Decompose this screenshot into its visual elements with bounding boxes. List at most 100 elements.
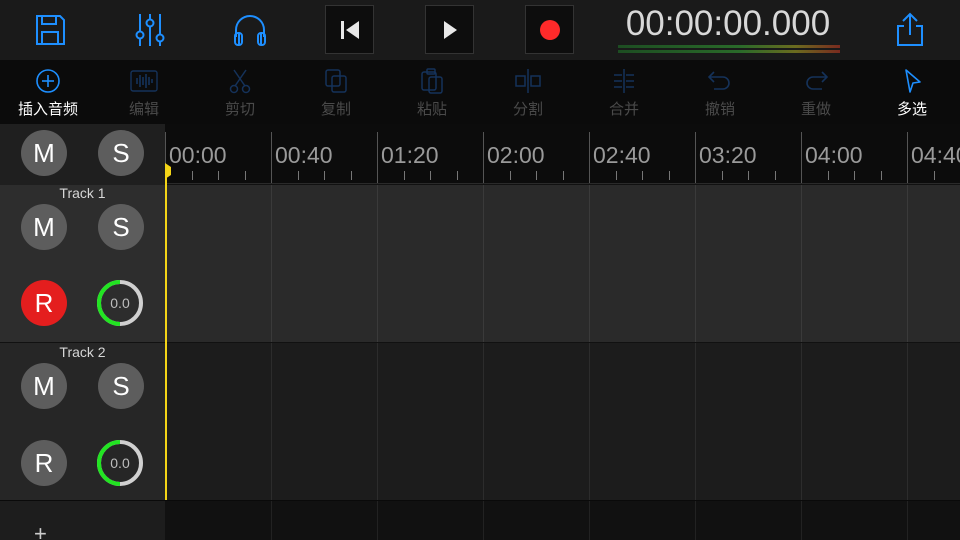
share-icon [897, 12, 923, 46]
play-button[interactable] [425, 5, 474, 54]
ruler-tick [536, 171, 537, 180]
ruler-mark: 01:20 [377, 132, 439, 183]
split-icon [515, 69, 541, 93]
cut-button[interactable]: 剪切 [192, 60, 288, 124]
mixer-button[interactable] [126, 6, 174, 54]
ruler-tick [510, 171, 511, 180]
ruler-tick [298, 171, 299, 180]
redo-icon [806, 71, 829, 90]
headphones-icon [234, 15, 266, 46]
undo-label: 撤销 [704, 100, 735, 118]
timeline-ruler[interactable]: 00:00 00:40 01:20 02:00 02:40 03:20 04:0… [165, 124, 960, 184]
insert-audio-label: 插入音频 [17, 100, 78, 118]
record-icon [539, 19, 560, 40]
ruler-tick [430, 171, 431, 180]
track-1-lane[interactable] [166, 185, 960, 342]
track-1-header[interactable]: Track 1 M S R 0.0 [0, 185, 165, 343]
redo-label: 重做 [800, 100, 831, 118]
track-2-gain-value: 0.0 [110, 455, 130, 471]
monitor-button[interactable] [226, 6, 274, 54]
transport-bar: 00:00:00.000 [0, 0, 960, 60]
pointer-icon [905, 69, 921, 93]
merge-button[interactable]: 合并 [576, 60, 672, 124]
save-icon [36, 15, 65, 45]
multi-select-button[interactable]: 多选 [864, 60, 960, 124]
ruler-tick [748, 171, 749, 180]
playhead[interactable] [165, 165, 167, 500]
empty-lane [166, 501, 960, 540]
track-2-record-arm-button[interactable]: R [21, 440, 67, 486]
record-button[interactable] [525, 5, 574, 54]
level-meter-left [618, 45, 840, 48]
track-1-name: Track 1 [59, 185, 106, 201]
ruler-mark: 04:40 [907, 132, 960, 183]
track-1-mute-button[interactable]: M [21, 204, 67, 250]
ruler-mark: 00:40 [271, 132, 333, 183]
ruler-label: 00:00 [169, 142, 227, 168]
scissors-icon [229, 69, 251, 94]
undo-button[interactable]: 撤销 [672, 60, 768, 124]
ruler-tick [324, 171, 325, 180]
ruler-label: 04:00 [805, 142, 863, 168]
ruler-label: 00:40 [275, 142, 333, 168]
ruler-tick [218, 171, 219, 180]
ruler-tick [642, 171, 643, 180]
ruler-tick [616, 171, 617, 180]
ruler-tick [404, 171, 405, 180]
add-track-icon: + [34, 521, 47, 540]
ruler-label: 01:20 [381, 142, 439, 168]
track-1-gain-knob[interactable]: 0.0 [96, 279, 144, 327]
add-track-button[interactable]: + [0, 501, 165, 540]
edit-button[interactable]: 编辑 [96, 60, 192, 124]
track-2-gain-knob[interactable]: 0.0 [96, 439, 144, 487]
track-2-mute-button[interactable]: M [21, 363, 67, 409]
copy-label: 复制 [320, 100, 351, 118]
ruler-mark: 02:40 [589, 132, 651, 183]
split-label: 分割 [512, 100, 543, 118]
track-divider [0, 500, 960, 501]
track-1-solo-button[interactable]: S [98, 204, 144, 250]
ruler-label: 04:40 [911, 142, 960, 168]
skip-to-start-button[interactable] [325, 5, 374, 54]
ruler-tick [722, 171, 723, 180]
edit-toolbar: 插入音频 编辑 剪切 复制 粘贴 分割 合并 撤销 重做 多选 [0, 60, 960, 124]
split-button[interactable]: 分割 [480, 60, 576, 124]
merge-label: 合并 [608, 100, 639, 118]
ruler-tick [669, 171, 670, 180]
ruler-tick [881, 171, 882, 180]
redo-button[interactable]: 重做 [768, 60, 864, 124]
ruler-tick [775, 171, 776, 180]
track-1-record-arm-button[interactable]: R [21, 280, 67, 326]
copy-icon [325, 69, 347, 93]
multi-select-label: 多选 [896, 100, 927, 118]
copy-button[interactable]: 复制 [288, 60, 384, 124]
track-2-solo-button[interactable]: S [98, 363, 144, 409]
track-2-lane[interactable] [166, 343, 960, 500]
edit-label: 编辑 [128, 100, 159, 118]
cut-label: 剪切 [224, 100, 255, 118]
insert-audio-button[interactable]: 插入音频 [0, 60, 96, 124]
timecode-display: 00:00:00.000 [625, 4, 831, 43]
ruler-tick [192, 171, 193, 180]
paste-button[interactable]: 粘贴 [384, 60, 480, 124]
ruler-label: 02:40 [593, 142, 651, 168]
level-meter-right [618, 50, 840, 53]
ruler-tick [934, 171, 935, 180]
master-mute-button[interactable]: M [21, 130, 67, 176]
ruler-tick [828, 171, 829, 180]
master-solo-button[interactable]: S [98, 130, 144, 176]
ruler-label: 02:00 [487, 142, 545, 168]
track-2-header[interactable]: Track 2 M S R 0.0 [0, 343, 165, 501]
undo-icon [707, 71, 730, 90]
ruler-mark: 04:00 [801, 132, 863, 183]
plus-circle-icon [36, 69, 60, 93]
ruler-mark: 02:00 [483, 132, 545, 183]
track-2-name: Track 2 [59, 344, 106, 360]
ruler-tick [245, 171, 246, 180]
save-button[interactable] [26, 6, 74, 54]
ruler-mark: 03:20 [695, 132, 757, 183]
share-button[interactable] [886, 6, 934, 54]
ruler-tick [351, 171, 352, 180]
track-1-gain-value: 0.0 [110, 295, 130, 311]
paste-label: 粘贴 [416, 100, 447, 118]
